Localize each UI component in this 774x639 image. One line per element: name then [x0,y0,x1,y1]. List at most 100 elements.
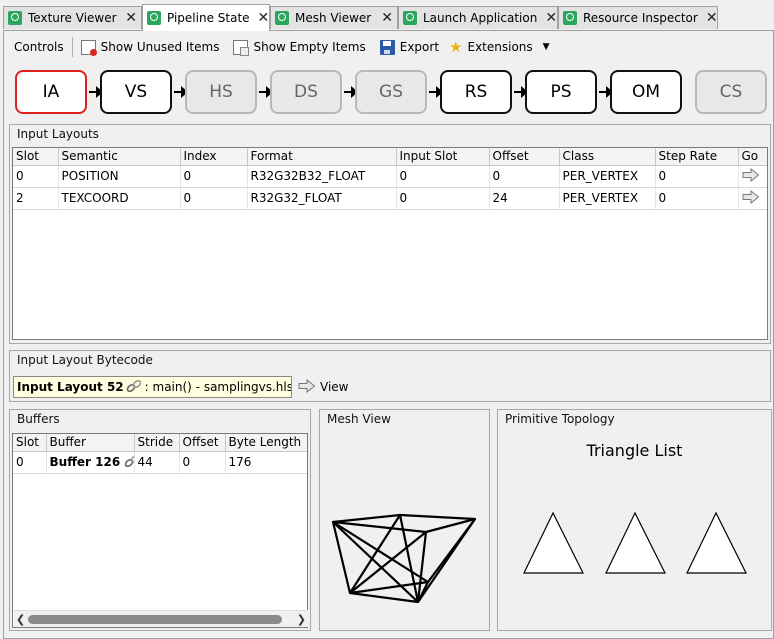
table-row[interactable]: 0 Buffer 126 44 0 176 [13,451,307,474]
column-header[interactable]: Step Rate [655,148,739,166]
scrollbar-thumb[interactable] [28,615,282,624]
table-header: Slot Buffer Stride Offset Byte Length [13,434,307,452]
show-unused-items-button[interactable]: Show Unused Items [76,35,225,59]
stage-ds[interactable]: DS [270,70,342,114]
cell-slot: 0 [13,165,59,188]
stage-rs[interactable]: RS [440,70,512,114]
cell-input-slot: 0 [396,165,490,188]
link-icon [124,454,133,471]
pipeline-flowchart: IA VS HS DS GS RS PS OM CS [12,68,772,118]
column-header[interactable]: Offset [179,434,226,452]
cell-format: R32G32B32_FLOAT [247,165,397,188]
buffers-table[interactable]: Slot Buffer Stride Offset Byte Length 0 … [12,433,308,628]
column-header[interactable]: Semantic [58,148,181,166]
tab-mesh-viewer[interactable]: Mesh Viewer ✕ [270,6,398,29]
table-row[interactable]: 2 TEXCOORD 0 R32G32_FLOAT 0 24 PER_VERTE… [13,187,767,210]
tab-launch-application[interactable]: Launch Application ✕ [398,6,558,29]
close-icon[interactable]: ✕ [381,10,393,26]
topology-value: Triangle List [586,441,683,460]
stage-om[interactable]: OM [610,70,682,114]
topology-triangles [523,511,747,574]
view-label: View [320,380,349,394]
table-row[interactable]: 0 POSITION 0 R32G32B32_FLOAT 0 0 PER_VER… [13,165,767,188]
bytecode-title: Input Layout Bytecode [17,353,153,367]
buffer-label: Buffer 126 [49,454,121,469]
close-icon[interactable]: ✕ [258,10,270,26]
cell-slot: 0 [13,451,47,474]
column-header[interactable]: Format [247,148,397,166]
show-empty-label: Show Empty Items [253,40,366,54]
column-header[interactable]: Slot [13,434,47,452]
window-icon [8,11,22,25]
close-icon[interactable]: ✕ [706,10,718,26]
extensions-label: Extensions [467,40,533,54]
input-layout-link[interactable]: Input Layout 52 : main() - samplingvs.hl… [13,376,292,398]
primitive-topology-title: Primitive Topology [505,412,615,426]
cell-offset: 24 [489,187,560,210]
column-header[interactable]: Byte Length [225,434,307,452]
cell-byte-length: 176 [225,451,307,474]
tab-label: Texture Viewer [28,11,117,25]
stage-gs[interactable]: GS [355,70,427,114]
column-header[interactable]: Index [180,148,248,166]
stage-cs[interactable]: CS [695,70,767,114]
buffers-title: Buffers [17,412,60,426]
save-icon [379,39,395,55]
stage-ia[interactable]: IA [15,70,87,114]
go-arrow-icon[interactable] [742,189,760,204]
cell-go [738,187,767,210]
tab-label: Mesh Viewer [295,11,372,25]
column-header[interactable]: Slot [13,148,59,166]
star-icon: ★ [449,37,463,56]
chevron-down-icon: ▼ [542,42,550,52]
tab-label: Resource Inspector [583,11,698,25]
column-header[interactable]: Offset [489,148,560,166]
column-header[interactable]: Stride [134,434,180,452]
link-icon [126,379,142,396]
cell-slot: 2 [13,187,59,210]
input-layout-label: Input Layout 52 [17,380,124,394]
window-icon [147,11,161,25]
stage-hs[interactable]: HS [185,70,257,114]
view-button[interactable]: View [298,378,349,396]
toolbar: Controls Show Unused Items Show Empty It… [9,34,769,60]
cell-offset: 0 [179,451,226,474]
window-icon [563,11,577,25]
cell-step-rate: 0 [655,165,739,188]
mesh-view-title: Mesh View [327,412,391,426]
close-icon[interactable]: ✕ [125,10,137,26]
input-layouts-table[interactable]: Slot Semantic Index Format Input Slot Of… [12,147,768,340]
scroll-right-icon[interactable]: ❯ [297,613,306,626]
cell-class: PER_VERTEX [559,165,656,188]
input-layout-detail: : main() - samplingvs.hlsl [144,380,292,394]
cell-step-rate: 0 [655,187,739,210]
stage-vs[interactable]: VS [100,70,172,114]
cell-semantic: TEXCOORD [58,187,181,210]
go-arrow-icon[interactable] [742,167,760,182]
cell-offset: 0 [489,165,560,188]
column-header[interactable]: Class [559,148,656,166]
stage-ps[interactable]: PS [525,70,597,114]
cell-stride: 44 [134,451,180,474]
tab-bar: Texture Viewer ✕ Pipeline State ✕ Mesh V… [0,0,774,31]
tab-pipeline-state[interactable]: Pipeline State ✕ [142,4,270,31]
input-layouts-title: Input Layouts [17,127,99,141]
tab-label: Pipeline State [167,11,250,25]
column-header[interactable]: Buffer [46,434,135,452]
tab-texture-viewer[interactable]: Texture Viewer ✕ [3,6,142,29]
cell-semantic: POSITION [58,165,181,188]
window-icon [275,11,289,25]
extensions-button[interactable]: ★ Extensions ▼ [444,35,555,59]
column-header[interactable]: Go [738,148,767,166]
close-icon[interactable]: ✕ [545,10,557,26]
horizontal-scrollbar[interactable]: ❮ ❯ [14,610,308,627]
tab-resource-inspector[interactable]: Resource Inspector ✕ [558,6,718,29]
cell-index: 0 [180,165,248,188]
column-header[interactable]: Input Slot [396,148,490,166]
scroll-left-icon[interactable]: ❮ [16,613,25,626]
cell-buffer[interactable]: Buffer 126 [46,451,135,474]
export-button[interactable]: Export [375,35,444,59]
export-label: Export [399,40,440,54]
controls-label: Controls [14,40,64,54]
show-empty-items-button[interactable]: Show Empty Items [228,35,370,59]
